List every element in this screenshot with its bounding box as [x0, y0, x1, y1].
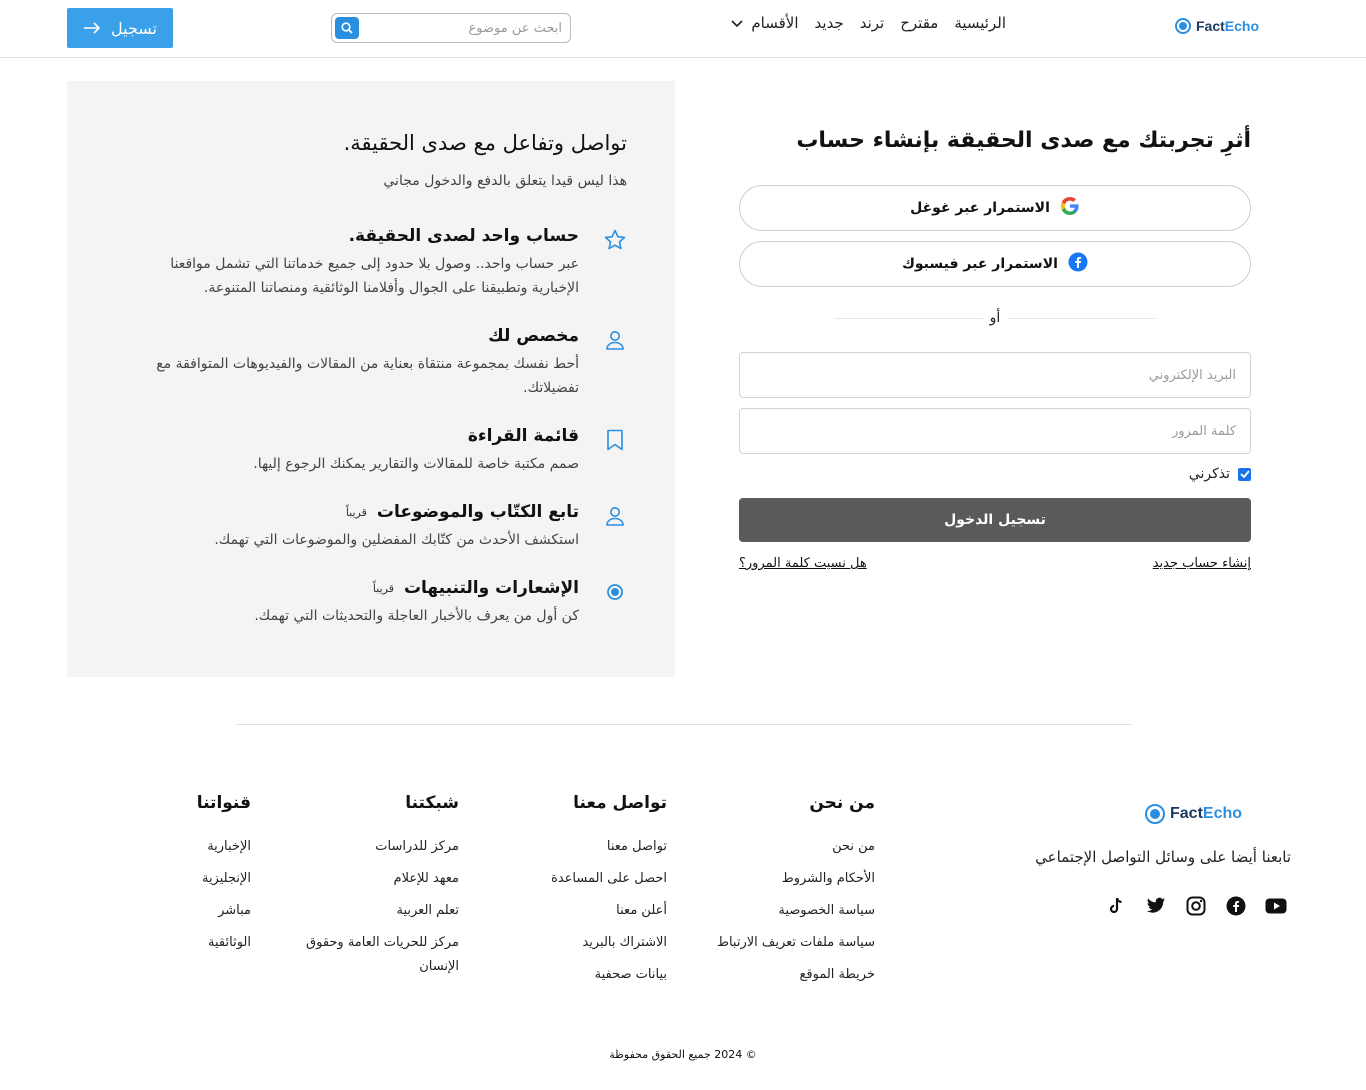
- footer-link[interactable]: الاشتراك بالبريد: [492, 931, 667, 955]
- nav-item-sections[interactable]: الأقسام: [731, 14, 799, 32]
- facebook-login-button[interactable]: الاستمرار عبر فيسبوك: [739, 241, 1251, 287]
- footer-column-channels: قنواتنا الإخبارية الإنجليزية مباشر الوثا…: [141, 793, 251, 963]
- instagram-icon[interactable]: [1185, 895, 1207, 917]
- footer-link[interactable]: احصل على المساعدة: [492, 867, 667, 891]
- bookmark-icon: [603, 428, 627, 452]
- coming-soon-badge: قريباً: [345, 505, 367, 519]
- facebook-icon: [1068, 252, 1088, 276]
- footer-link[interactable]: سياسة ملفات تعريف الارتباط: [700, 931, 875, 955]
- footer-link[interactable]: تواصل معنا: [492, 835, 667, 859]
- footer-link[interactable]: سياسة الخصوصية: [700, 899, 875, 923]
- footer-link[interactable]: الإخبارية: [141, 835, 251, 859]
- footer-logo[interactable]: FactEcho: [1145, 804, 1242, 824]
- footer-link[interactable]: من نحن: [700, 835, 875, 859]
- footer-link[interactable]: بيانات صحفية: [492, 963, 667, 987]
- footer-divider: [236, 724, 1131, 725]
- nav-item-home[interactable]: الرئيسية: [954, 14, 1006, 32]
- footer-column-about: من نحن من نحن الأحكام والشروط سياسة الخص…: [700, 793, 875, 995]
- remember-me[interactable]: تذكرني: [1189, 466, 1251, 482]
- password-field: [739, 408, 1251, 454]
- footer-link[interactable]: مركز للحريات العامة وحقوق الإنسان: [299, 931, 459, 979]
- forgot-password-link[interactable]: هل نسيت كلمة المرور؟: [739, 556, 867, 571]
- social-links: [1105, 895, 1287, 917]
- or-label: أو: [983, 310, 1007, 326]
- notification-dot-icon: [603, 580, 627, 604]
- coming-soon-badge: قريباً: [372, 581, 394, 595]
- star-icon: [603, 228, 627, 252]
- footer-link[interactable]: الإنجليزية: [141, 867, 251, 891]
- footer-link[interactable]: مركز للدراسات: [299, 835, 459, 859]
- benefits-panel: تواصل وتفاعل مع صدى الحقيقة. هذا ليس قيد…: [67, 81, 675, 677]
- footer-link[interactable]: معهد للإعلام: [299, 867, 459, 891]
- benefits-subtitle: هذا ليس قيدا يتعلق بالدفع والدخول مجاني: [383, 173, 627, 189]
- facebook-icon[interactable]: [1225, 895, 1247, 917]
- footer-link[interactable]: خريطة الموقع: [700, 963, 875, 987]
- email-input[interactable]: [740, 353, 1250, 397]
- footer-link[interactable]: الأحكام والشروط: [700, 867, 875, 891]
- chevron-down-icon: [731, 17, 743, 31]
- remember-label: تذكرني: [1188, 466, 1230, 482]
- login-title: أثرِ تجربتك مع صدى الحقيقة بإنشاء حساب: [796, 128, 1251, 153]
- logo-ring-icon: [1175, 18, 1191, 34]
- password-input[interactable]: [740, 409, 1250, 453]
- site-header: FactEcho الرئيسية مقترح ترند جديد الأقسا…: [0, 0, 1366, 58]
- login-submit-button[interactable]: تسجيل الدخول: [739, 498, 1251, 542]
- footer-link[interactable]: أعلن معنا: [492, 899, 667, 923]
- footer-column-network: شبكتنا مركز للدراسات معهد للإعلام تعلم ا…: [299, 793, 459, 987]
- nav-item-new[interactable]: جديد: [815, 14, 844, 32]
- main-nav: الرئيسية مقترح ترند جديد الأقسام: [731, 14, 1006, 32]
- twitter-icon[interactable]: [1145, 895, 1167, 917]
- user-icon: [603, 328, 627, 352]
- search-button[interactable]: [335, 17, 359, 39]
- google-login-button[interactable]: الاستمرار عبر غوغل: [739, 185, 1251, 231]
- nav-item-trend[interactable]: ترند: [860, 14, 885, 32]
- benefits-title: تواصل وتفاعل مع صدى الحقيقة.: [343, 131, 627, 155]
- arrow-right-icon: [83, 19, 101, 38]
- youtube-icon[interactable]: [1265, 895, 1287, 917]
- google-icon: [1060, 196, 1080, 220]
- footer-column-contact: تواصل معنا تواصل معنا احصل على المساعدة …: [492, 793, 667, 995]
- footer-link[interactable]: مباشر: [141, 899, 251, 923]
- email-field: [739, 352, 1251, 398]
- footer-link[interactable]: الوثائقية: [141, 931, 251, 955]
- site-logo[interactable]: FactEcho: [1175, 18, 1259, 34]
- nav-item-suggested[interactable]: مقترح: [900, 14, 938, 32]
- tiktok-icon[interactable]: [1105, 895, 1127, 917]
- search-input[interactable]: [372, 19, 562, 37]
- search-icon: [341, 19, 353, 38]
- follow-us-text: تابعنا أيضا على وسائل التواصل الإجتماعي: [1035, 848, 1291, 866]
- register-button[interactable]: تسجيل: [67, 8, 173, 48]
- copyright-text: © 2024 جميع الحقوق محفوظة: [609, 1048, 757, 1061]
- user-icon: [603, 504, 627, 528]
- search-box: [331, 13, 571, 43]
- remember-checkbox[interactable]: [1238, 467, 1251, 481]
- logo-ring-icon: [1145, 804, 1165, 824]
- create-account-link[interactable]: إنشاء حساب جديد: [1153, 556, 1251, 571]
- footer-link[interactable]: تعلم العربية: [299, 899, 459, 923]
